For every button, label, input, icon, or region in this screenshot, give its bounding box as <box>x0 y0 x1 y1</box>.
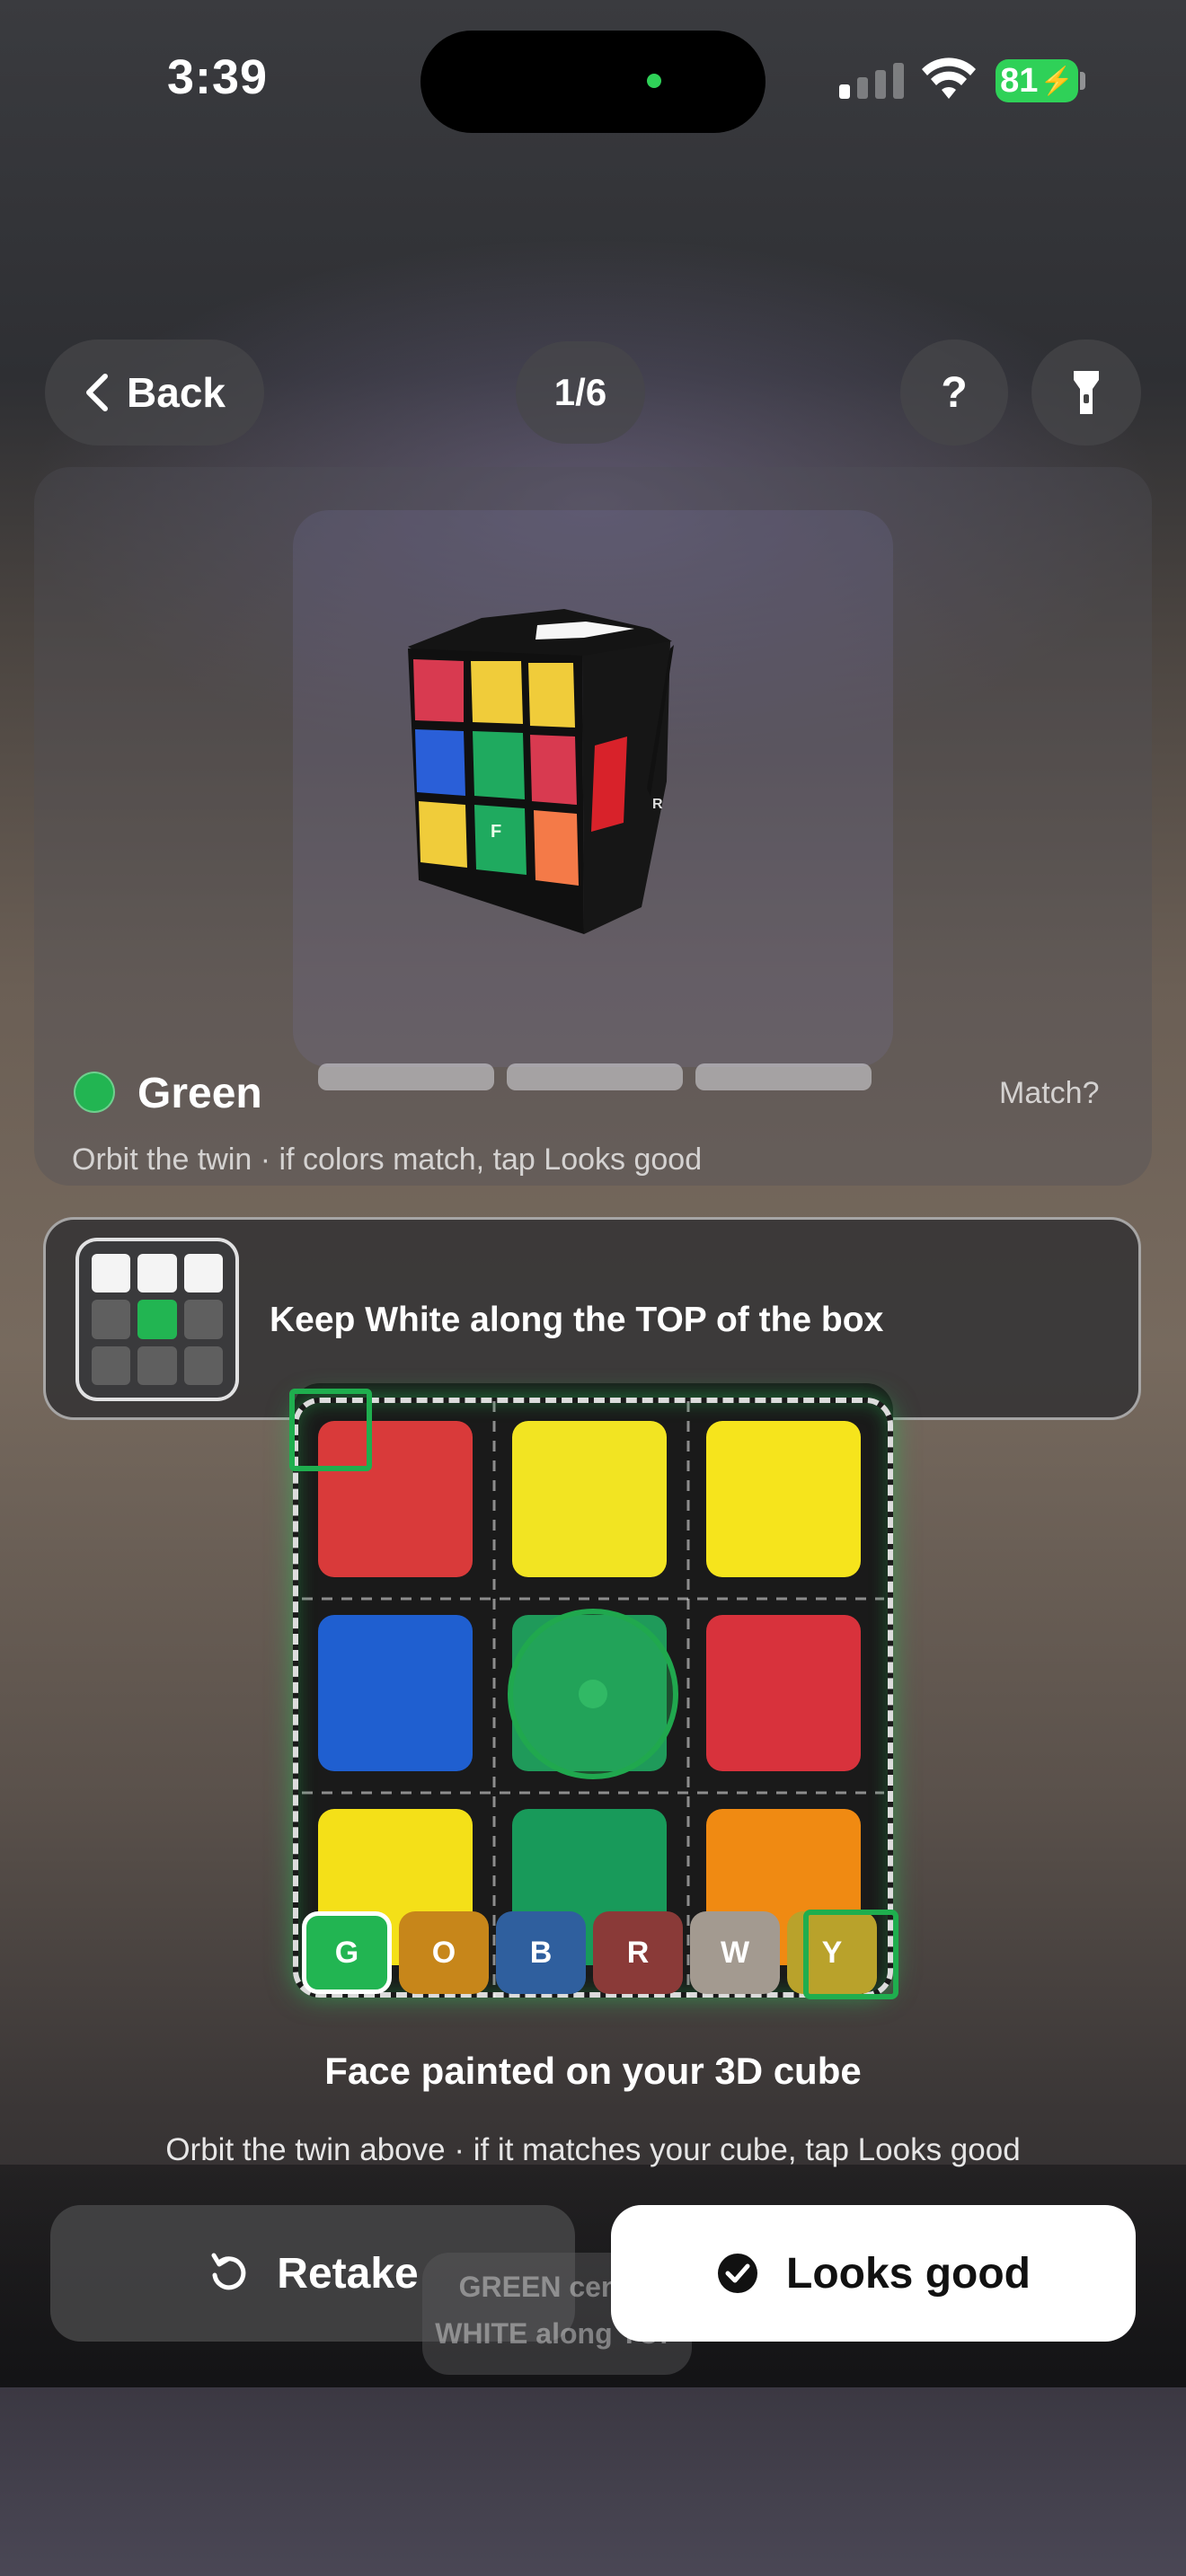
back-label: Back <box>127 369 226 416</box>
flashlight-icon <box>1074 371 1099 414</box>
flashlight-button[interactable] <box>1031 340 1141 446</box>
match-label: Match? <box>999 1076 1100 1110</box>
color-chip-o[interactable]: O <box>399 1911 489 1994</box>
color-chip-b[interactable]: B <box>496 1911 586 1994</box>
mini-grid-cell <box>183 1254 223 1293</box>
sticker-focus-marker <box>289 1389 372 1471</box>
color-chip-g[interactable]: G <box>302 1911 392 1994</box>
chevron-left-icon <box>86 374 109 411</box>
retake-label: Retake <box>277 2249 419 2298</box>
mini-grid-cell <box>92 1345 131 1385</box>
face-name: Green <box>137 1070 262 1117</box>
orientation-instruction: Keep White along the TOP of the box <box>270 1301 884 1339</box>
retake-rotate-icon <box>211 2253 246 2290</box>
checkmark-circle-icon <box>718 2254 758 2293</box>
color-chip-r[interactable]: R <box>593 1911 683 1994</box>
orientation-mini-grid <box>75 1238 239 1401</box>
charging-bolt-icon: ⚡ <box>1040 66 1074 96</box>
looks-good-button[interactable]: Looks good <box>611 2205 1136 2342</box>
twin-sticker <box>413 659 464 722</box>
twin-front-label: F <box>491 822 501 842</box>
mini-grid-cell <box>92 1254 131 1293</box>
mini-grid-cell <box>137 1300 177 1339</box>
twin-right-label: R <box>652 797 663 812</box>
progress-segment <box>318 1063 494 1090</box>
caption-title: Face painted on your 3D cube <box>324 2050 862 2092</box>
home-indicator-area <box>0 2387 1186 2576</box>
help-button[interactable]: ? <box>900 340 1008 446</box>
cube-3d-twin[interactable]: F R <box>383 566 796 997</box>
looks-good-label: Looks good <box>786 2249 1031 2298</box>
battery-indicator: 81 ⚡ <box>996 59 1078 102</box>
preview-hint: Orbit the twin · if colors match, tap Lo… <box>72 1142 703 1177</box>
face-counter: 1/6 <box>516 341 645 444</box>
face-color-dot <box>74 1072 115 1113</box>
mini-grid-cell <box>137 1254 177 1293</box>
back-button[interactable]: Back <box>45 340 264 446</box>
camera-indicator-dot <box>647 74 661 88</box>
dynamic-island <box>420 31 766 133</box>
mini-grid-cell <box>137 1345 177 1385</box>
color-chip-highlight <box>803 1910 898 1999</box>
caption-subtitle: Orbit the twin above · if it matches you… <box>165 2132 1021 2167</box>
progress-segment <box>695 1063 872 1090</box>
progress-segment <box>507 1063 683 1090</box>
scan-progress <box>318 1063 872 1090</box>
color-chip-w[interactable]: W <box>690 1911 780 1994</box>
mini-grid-cell <box>183 1300 223 1339</box>
wifi-icon <box>922 57 976 99</box>
battery-cap <box>1080 72 1085 90</box>
mini-grid-cell <box>183 1345 223 1385</box>
mini-grid-cell <box>92 1300 131 1339</box>
status-time: 3:39 <box>167 50 269 104</box>
